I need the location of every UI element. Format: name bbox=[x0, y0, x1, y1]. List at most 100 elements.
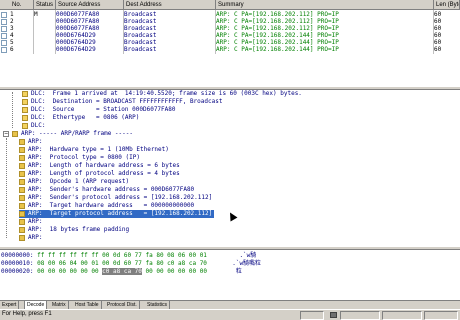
tree-item-label: DLC: Source = Station 000D6077FA80 bbox=[31, 106, 176, 113]
col-header-source[interactable]: Source Address bbox=[56, 0, 124, 10]
status-text: For Help, press F1 bbox=[2, 311, 52, 317]
hex-row[interactable]: 00000020: 00 00 00 00 00 00 c0 a8 ca 70 … bbox=[1, 268, 242, 276]
tree-item-arp[interactable]: ARP: Target hardware address = 000000000… bbox=[14, 202, 194, 210]
tab-matrix[interactable]: Matrix bbox=[50, 301, 69, 309]
tree-item-dlc[interactable]: DLC: Frame 1 arrived at 14:19:40.5520; f… bbox=[14, 90, 302, 98]
hex-bytes: 08 00 06 04 00 01 00 0d 60 77 fa 80 c0 a… bbox=[37, 260, 207, 267]
collapse-arp-toggle[interactable]: − bbox=[3, 131, 9, 137]
col-header-status[interactable]: Status bbox=[34, 0, 56, 10]
arp-icon bbox=[19, 171, 25, 177]
tree-item-arp[interactable]: ARP: bbox=[14, 218, 42, 226]
packet-status bbox=[34, 46, 56, 54]
dlc-icon bbox=[22, 123, 28, 129]
hex-ascii: .`w騎 bbox=[214, 252, 268, 259]
tree-item-dlc[interactable]: DLC: bbox=[14, 122, 45, 130]
arp-icon bbox=[19, 155, 25, 161]
tree-item-label: ARP: Sender's protocol address = [192.16… bbox=[28, 194, 213, 201]
tree-item-arp[interactable]: ARP: bbox=[14, 234, 42, 242]
dlc-icon bbox=[22, 91, 28, 97]
tree-item-arp[interactable]: ARP: Protocol type = 0800 (IP) bbox=[14, 154, 140, 162]
hex-dump-pane[interactable]: 00000000: ff ff ff ff ff ff 00 0d 60 77 … bbox=[0, 250, 460, 300]
tree-item-label: ARP: Hardware type = 1 (10Mb Ethernet) bbox=[28, 146, 169, 153]
decode-detail-tree[interactable]: DLC: Frame 1 arrived at 14:19:40.5520; f… bbox=[0, 90, 460, 246]
hex-ascii: 粒 bbox=[214, 268, 242, 275]
tree-item-label: ARP: Target hardware address = 000000000… bbox=[28, 202, 195, 209]
hex-ascii: .`w騎嚸粒 bbox=[214, 260, 262, 267]
tab-protocol-dist[interactable]: Protocol Dist. bbox=[105, 301, 140, 309]
arp-icon bbox=[19, 211, 25, 217]
tree-item-label: ARP: Length of protocol address = 4 byte… bbox=[28, 170, 180, 177]
tab-statistics[interactable]: Statistics bbox=[145, 301, 171, 309]
packet-row[interactable]: 6 000D6764D29 Broadcast ARP: C PA=[192.1… bbox=[0, 46, 460, 54]
hex-bytes: ff ff ff ff ff ff 00 0d 60 77 fa 80 08 0… bbox=[37, 252, 207, 259]
hex-offset: 00000010: bbox=[1, 260, 34, 267]
dlc-icon bbox=[22, 107, 28, 113]
arp-icon bbox=[19, 235, 25, 241]
packet-list[interactable]: No. Status Source Address Dest Address S… bbox=[0, 0, 460, 86]
row-checkbox[interactable] bbox=[1, 47, 7, 53]
arp-icon bbox=[19, 139, 25, 145]
tree-item-arp[interactable]: ARP: Length of hardware address = 6 byte… bbox=[14, 162, 180, 170]
tree-item-label: DLC: Destination = BROADCAST FFFFFFFFFFF… bbox=[31, 98, 223, 105]
tree-item-label: ARP: Length of hardware address = 6 byte… bbox=[28, 162, 180, 169]
packet-src: 000D6764D29 bbox=[56, 46, 96, 53]
tab-host-table[interactable]: Host Table bbox=[73, 301, 102, 309]
tree-item-arp[interactable]: ARP: Sender's protocol address = [192.16… bbox=[14, 194, 212, 202]
tree-item-dlc[interactable]: DLC: Ethertype = 0806 (ARP) bbox=[14, 114, 139, 122]
arp-icon bbox=[19, 195, 25, 201]
tree-item-label: DLC: Frame 1 arrived at 14:19:40.5520; f… bbox=[31, 90, 302, 97]
view-tabs: Expert Decode Matrix Host Table Protocol… bbox=[0, 300, 460, 309]
tree-item-label: ARP: Opcode 1 (ARP request) bbox=[28, 178, 130, 185]
tree-item-label: DLC: Ethertype = 0806 (ARP) bbox=[31, 114, 140, 121]
status-panel bbox=[300, 311, 324, 320]
arp-icon bbox=[12, 131, 18, 137]
hex-bytes-selected: c0 a8 ca 70 bbox=[102, 268, 142, 275]
arp-icon bbox=[19, 203, 25, 209]
hex-row[interactable]: 00000000: ff ff ff ff ff ff 00 0d 60 77 … bbox=[1, 252, 267, 260]
tree-item-arp[interactable]: ARP: 18 bytes frame padding bbox=[14, 226, 129, 234]
tree-item-arp[interactable]: ARP: bbox=[14, 138, 42, 146]
status-bar: For Help, press F1 bbox=[0, 309, 460, 320]
status-panel bbox=[424, 311, 458, 320]
packet-dst: Broadcast bbox=[124, 46, 157, 53]
status-panel bbox=[382, 311, 422, 320]
dlc-icon bbox=[22, 115, 28, 121]
tree-item-label: ARP: 18 bytes frame padding bbox=[28, 226, 130, 233]
tree-item-dlc[interactable]: DLC: Source = Station 000D6077FA80 bbox=[14, 106, 176, 114]
packet-summary: ARP: C PA=[192.168.202.144] PRO=IP bbox=[216, 46, 339, 53]
tree-item-dlc[interactable]: DLC: Destination = BROADCAST FFFFFFFFFFF… bbox=[14, 98, 222, 106]
tree-item-arp-selected[interactable]: ARP: Target protocol address = [192.168.… bbox=[19, 210, 215, 218]
status-panel bbox=[340, 311, 380, 320]
tab-expert[interactable]: Expert bbox=[0, 301, 20, 309]
tree-item-arp[interactable]: ARP: Hardware type = 1 (10Mb Ethernet) bbox=[14, 146, 169, 154]
tree-item-arp[interactable]: ARP: Opcode 1 (ARP request) bbox=[14, 178, 129, 186]
packet-list-header: No. Status Source Address Dest Address S… bbox=[0, 0, 460, 10]
packet-no: 6 bbox=[10, 46, 14, 53]
tab-decode[interactable]: Decode bbox=[24, 301, 48, 309]
tree-item-arp-header[interactable]: ARP: ----- ARP/RARP frame ----- bbox=[10, 130, 133, 138]
hex-offset: 00000020: bbox=[1, 268, 34, 275]
arp-icon bbox=[19, 187, 25, 193]
hex-bytes: 00 00 00 00 00 00 bbox=[141, 268, 207, 275]
arp-icon bbox=[19, 219, 25, 225]
arp-icon bbox=[19, 163, 25, 169]
arp-icon bbox=[19, 147, 25, 153]
capture-icon bbox=[330, 312, 337, 318]
hex-offset: 00000000: bbox=[1, 252, 34, 259]
tree-item-label: ARP: Sender's hardware address = 000D607… bbox=[28, 186, 195, 193]
tree-item-label: ARP: ----- ARP/RARP frame ----- bbox=[21, 130, 133, 137]
col-header-summary[interactable]: Summary bbox=[216, 0, 434, 10]
dlc-icon bbox=[22, 99, 28, 105]
tree-item-label: ARP: Protocol type = 0800 (IP) bbox=[28, 154, 140, 161]
packet-len: 60 bbox=[434, 46, 442, 53]
tree-item-label: ARP: Target protocol address = [192.168.… bbox=[28, 210, 213, 217]
hex-bytes: 00 00 00 00 00 00 bbox=[37, 268, 103, 275]
col-header-len[interactable]: Len (Byte bbox=[434, 0, 460, 10]
tree-item-arp[interactable]: ARP: Length of protocol address = 4 byte… bbox=[14, 170, 180, 178]
hex-row[interactable]: 00000010: 08 00 06 04 00 01 00 0d 60 77 … bbox=[1, 260, 261, 268]
col-header-dest[interactable]: Dest Address bbox=[124, 0, 216, 10]
tree-item-arp[interactable]: ARP: Sender's hardware address = 000D607… bbox=[14, 186, 194, 194]
tree-item-label: DLC: bbox=[31, 122, 46, 129]
arp-icon bbox=[19, 227, 25, 233]
col-header-no[interactable]: No. bbox=[10, 0, 34, 10]
